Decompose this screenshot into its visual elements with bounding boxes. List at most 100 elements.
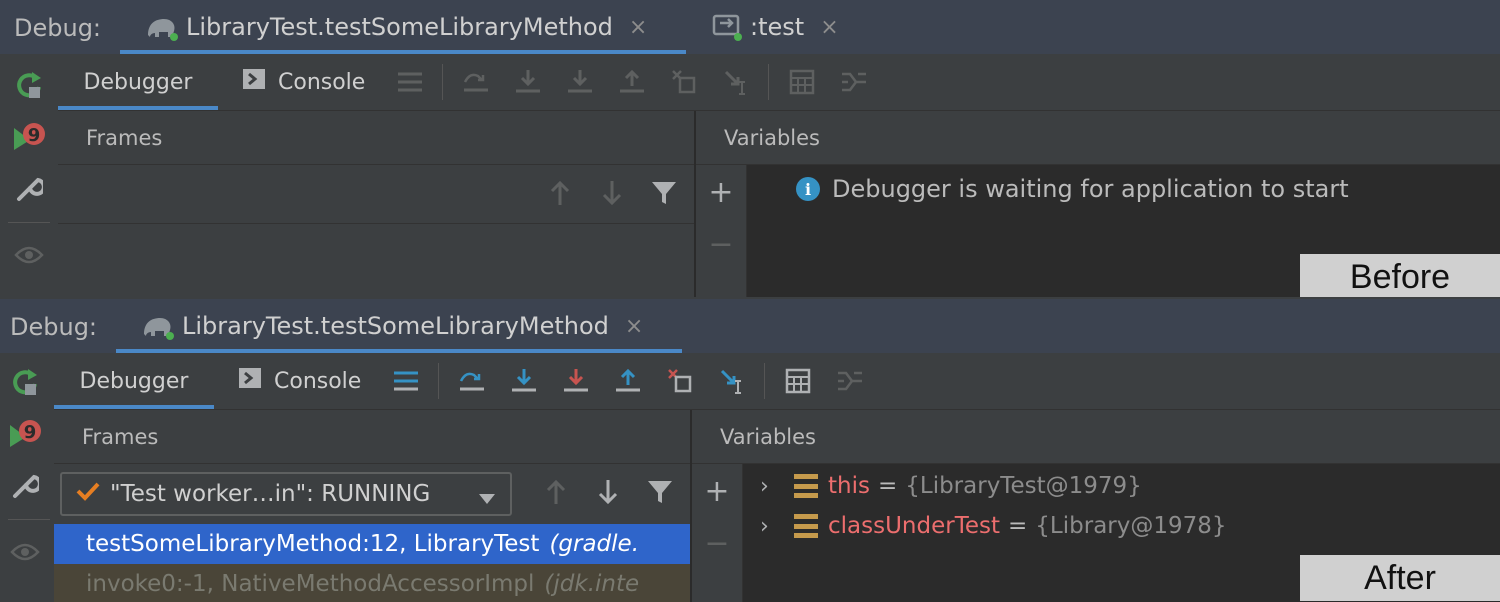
variable-equals: = <box>1008 513 1028 539</box>
tab-debugger[interactable]: Debugger <box>54 353 214 409</box>
arrow-up-icon[interactable] <box>540 476 572 508</box>
rerun-icon[interactable] <box>8 365 42 399</box>
wrench-icon[interactable] <box>12 172 46 206</box>
after-label: After <box>1300 555 1500 601</box>
filter-icon[interactable] <box>644 476 676 508</box>
running-indicator-icon <box>734 33 742 41</box>
threads-view-icon[interactable] <box>394 66 426 98</box>
tab-console[interactable]: Console <box>242 54 365 110</box>
variables-header: Variables <box>696 111 1500 165</box>
add-watch-icon[interactable]: + <box>702 474 732 509</box>
arrow-down-icon[interactable] <box>592 476 624 508</box>
step-over-icon[interactable] <box>460 66 492 98</box>
remove-watch-icon[interactable]: − <box>702 526 732 561</box>
frames-tools: "Test worker…in": RUNNING <box>54 464 690 520</box>
info-message: i Debugger is waiting for application to… <box>796 175 1349 203</box>
tab-debugger-label: Debugger <box>83 69 193 95</box>
frames-pane: Frames <box>58 111 696 297</box>
arrow-up-icon[interactable] <box>544 177 576 209</box>
remove-watch-icon[interactable]: − <box>706 227 736 262</box>
after-debug-panel: Debug: LibraryTest.testSomeLibraryMethod… <box>0 297 1500 602</box>
variable-row[interactable]: › classUnderTest = {Library@1978} <box>760 508 1227 544</box>
tab-console[interactable]: Console <box>238 353 361 409</box>
frame-method: invoke0:-1, NativeMethodAccessorImpl <box>86 571 535 597</box>
before-debug-panel: Debug: LibraryTest.testSomeLibraryMethod… <box>0 0 1500 297</box>
rerun-icon[interactable] <box>12 68 46 102</box>
trace-stream-icon[interactable] <box>838 66 870 98</box>
eye-icon[interactable] <box>8 535 42 569</box>
debug-label: Debug: <box>10 313 98 341</box>
svg-text:9: 9 <box>24 422 37 443</box>
frame-row[interactable]: invoke0:-1, NativeMethodAccessorImpl (jd… <box>54 564 690 602</box>
info-icon: i <box>796 177 820 201</box>
variable-value: {LibraryTest@1979} <box>905 473 1142 499</box>
debug-tab-bar: Debug: LibraryTest.testSomeLibraryMethod… <box>0 299 1500 354</box>
run-tab-test[interactable]: :test × <box>712 0 839 54</box>
variables-tools: + − <box>692 464 743 602</box>
running-indicator-icon <box>166 332 174 340</box>
frame-location: (jdk.inte <box>544 571 640 597</box>
force-step-into-icon[interactable] <box>560 365 592 397</box>
resume-icon[interactable]: 9 <box>12 120 46 154</box>
filter-icon[interactable] <box>648 177 680 209</box>
force-step-into-icon[interactable] <box>564 66 596 98</box>
evaluate-expression-icon[interactable] <box>782 365 814 397</box>
tab-console-label: Console <box>278 69 366 95</box>
close-tab-icon[interactable]: × <box>625 314 643 339</box>
variables-tools: + − <box>696 165 747 297</box>
variable-row[interactable]: › this = {LibraryTest@1979} <box>760 468 1142 504</box>
variable-name: classUnderTest <box>828 513 1001 539</box>
trace-stream-icon[interactable] <box>834 365 866 397</box>
checkmark-icon <box>76 481 100 507</box>
variable-name: this <box>828 473 870 499</box>
console-icon <box>242 68 266 96</box>
run-tab-librarytest[interactable]: LibraryTest.testSomeLibraryMethod × <box>116 299 682 353</box>
tab-debugger[interactable]: Debugger <box>58 54 218 110</box>
step-into-icon[interactable] <box>512 66 544 98</box>
running-indicator-icon <box>170 33 178 41</box>
toolbar-divider <box>8 222 50 223</box>
chevron-right-icon[interactable]: › <box>760 474 786 499</box>
close-tab-icon[interactable]: × <box>629 15 647 40</box>
svg-text:9: 9 <box>28 125 41 146</box>
before-label: Before <box>1300 254 1500 297</box>
eye-icon[interactable] <box>12 238 46 272</box>
toolbar-divider <box>442 64 443 100</box>
threads-view-icon[interactable] <box>390 365 422 397</box>
step-out-icon[interactable] <box>612 365 644 397</box>
drop-frame-icon[interactable] <box>668 66 700 98</box>
step-into-icon[interactable] <box>508 365 540 397</box>
step-over-icon[interactable] <box>456 365 488 397</box>
frame-row[interactable]: testSomeLibraryMethod:12, LibraryTest (g… <box>54 524 690 564</box>
frames-header: Frames <box>54 410 690 464</box>
debug-left-toolbar: 9 <box>0 353 59 602</box>
run-to-cursor-icon[interactable] <box>720 66 752 98</box>
evaluate-expression-icon[interactable] <box>786 66 818 98</box>
frames-tools <box>58 165 694 224</box>
add-watch-icon[interactable]: + <box>706 175 736 210</box>
wrench-icon[interactable] <box>8 469 42 503</box>
run-configuration-icon <box>712 13 742 41</box>
thread-selector[interactable]: "Test worker…in": RUNNING <box>60 472 512 516</box>
variables-header: Variables <box>692 410 1500 464</box>
gradle-elephant-icon <box>144 13 178 41</box>
info-message-text: Debugger is waiting for application to s… <box>832 175 1349 203</box>
run-to-cursor-icon[interactable] <box>716 365 748 397</box>
toolbar-divider <box>768 64 769 100</box>
debug-label: Debug: <box>14 14 102 42</box>
resume-icon[interactable]: 9 <box>8 417 42 451</box>
tab-console-label: Console <box>274 368 362 394</box>
console-icon <box>238 367 262 395</box>
gradle-elephant-icon <box>140 312 174 340</box>
run-tab-label: :test <box>750 13 805 41</box>
close-tab-icon[interactable]: × <box>820 15 838 40</box>
arrow-down-icon[interactable] <box>596 177 628 209</box>
chevron-right-icon[interactable]: › <box>760 514 786 539</box>
run-tab-librarytest[interactable]: LibraryTest.testSomeLibraryMethod × <box>120 0 686 54</box>
toolbar-divider <box>438 363 439 399</box>
step-out-icon[interactable] <box>616 66 648 98</box>
debug-left-toolbar: 9 <box>0 54 59 297</box>
field-icon <box>794 514 818 538</box>
field-icon <box>794 474 818 498</box>
drop-frame-icon[interactable] <box>664 365 696 397</box>
